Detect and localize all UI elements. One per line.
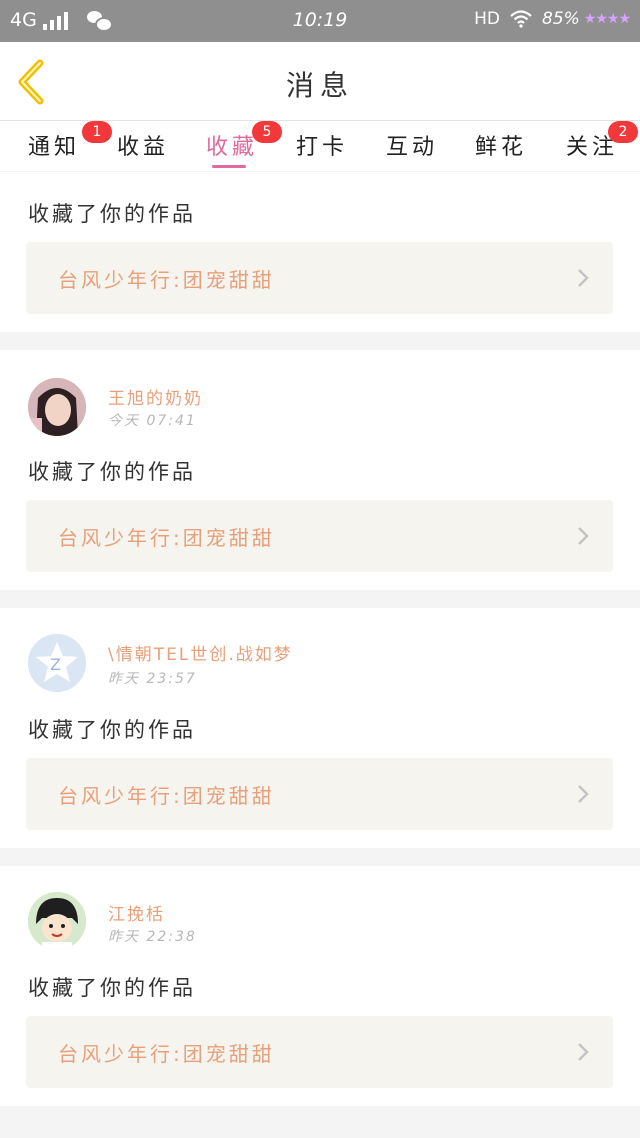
- work-title: 台风少年行:团宠甜甜: [58, 784, 275, 808]
- battery-level: 85%: [542, 9, 580, 29]
- tab-checkin[interactable]: 打卡: [296, 129, 348, 161]
- user-name[interactable]: 江挽栝: [108, 900, 165, 925]
- chevron-right-icon: [578, 1043, 589, 1061]
- work-title: 台风少年行:团宠甜甜: [58, 1042, 275, 1066]
- battery-stars-icon: ★★★★: [583, 11, 631, 27]
- message-action: 收藏了你的作品: [28, 202, 196, 226]
- tab-interaction[interactable]: 互动: [386, 129, 438, 161]
- tab-badge: 5: [252, 121, 282, 143]
- tab-bar: 通知 1 收益 收藏 5 打卡 互动 鲜花 关注 2: [0, 121, 640, 171]
- tab-favorites[interactable]: 收藏 5: [206, 121, 282, 161]
- message-action: 收藏了你的作品: [28, 718, 196, 742]
- work-link[interactable]: 台风少年行:团宠甜甜: [26, 242, 613, 314]
- avatar[interactable]: [28, 892, 86, 950]
- work-link[interactable]: 台风少年行:团宠甜甜: [26, 758, 613, 830]
- tab-badge: 2: [608, 121, 638, 143]
- message-time: 昨天 22:38: [108, 929, 197, 945]
- message-action: 收藏了你的作品: [28, 976, 196, 1000]
- work-link[interactable]: 台风少年行:团宠甜甜: [26, 1016, 613, 1088]
- tab-label: 收益: [117, 135, 170, 160]
- message-time: 昨天 23:57: [108, 671, 197, 687]
- girl-photo-icon: [28, 378, 86, 436]
- status-bar: 4G 10:19 HD 85% ★★★★: [0, 0, 640, 42]
- chevron-right-icon: [578, 785, 589, 803]
- tab-earnings[interactable]: 收益: [117, 129, 169, 161]
- message-card: 收藏了你的作品 台风少年行:团宠甜甜: [0, 172, 640, 332]
- tab-label: 收藏: [206, 135, 259, 160]
- work-title: 台风少年行:团宠甜甜: [58, 526, 275, 550]
- work-title: 台风少年行:团宠甜甜: [58, 268, 275, 292]
- message-time: 今天 07:41: [108, 413, 197, 429]
- chevron-right-icon: [578, 527, 589, 545]
- message-action: 收藏了你的作品: [28, 460, 196, 484]
- message-card: 王旭的奶奶 今天 07:41 收藏了你的作品 台风少年行:团宠甜甜: [0, 350, 640, 590]
- avatar[interactable]: Z: [28, 634, 86, 692]
- status-right: HD 85% ★★★★: [474, 9, 631, 29]
- qq-default-avatar-icon: Z: [28, 634, 86, 692]
- cartoon-girl-icon: [28, 892, 86, 950]
- page-title: 消息: [285, 69, 354, 102]
- hd-indicator: HD: [474, 9, 500, 29]
- tab-notifications[interactable]: 通知 1: [28, 121, 112, 161]
- tab-flowers[interactable]: 鲜花: [475, 129, 527, 161]
- svg-text:Z: Z: [50, 655, 61, 674]
- message-card: Z \情朝TEL世创.战如梦 昨天 23:57 收藏了你的作品 台风少年行:团宠…: [0, 608, 640, 848]
- tab-label: 互动: [386, 135, 439, 160]
- tab-badge: 1: [82, 121, 112, 143]
- chevron-right-icon: [578, 269, 589, 287]
- work-link[interactable]: 台风少年行:团宠甜甜: [26, 500, 613, 572]
- tab-label: 打卡: [296, 135, 349, 160]
- message-card: 江挽栝 昨天 22:38 收藏了你的作品 台风少年行:团宠甜甜: [0, 866, 640, 1106]
- active-tab-indicator: [212, 165, 246, 168]
- user-name[interactable]: 王旭的奶奶: [108, 384, 203, 409]
- wifi-icon: [510, 10, 532, 28]
- tab-follow[interactable]: 关注 2: [566, 121, 638, 161]
- user-name[interactable]: \情朝TEL世创.战如梦: [108, 640, 293, 665]
- tab-label: 鲜花: [475, 135, 528, 160]
- header: 消息: [0, 42, 640, 121]
- tab-label: 通知: [28, 135, 81, 160]
- avatar[interactable]: [28, 378, 86, 436]
